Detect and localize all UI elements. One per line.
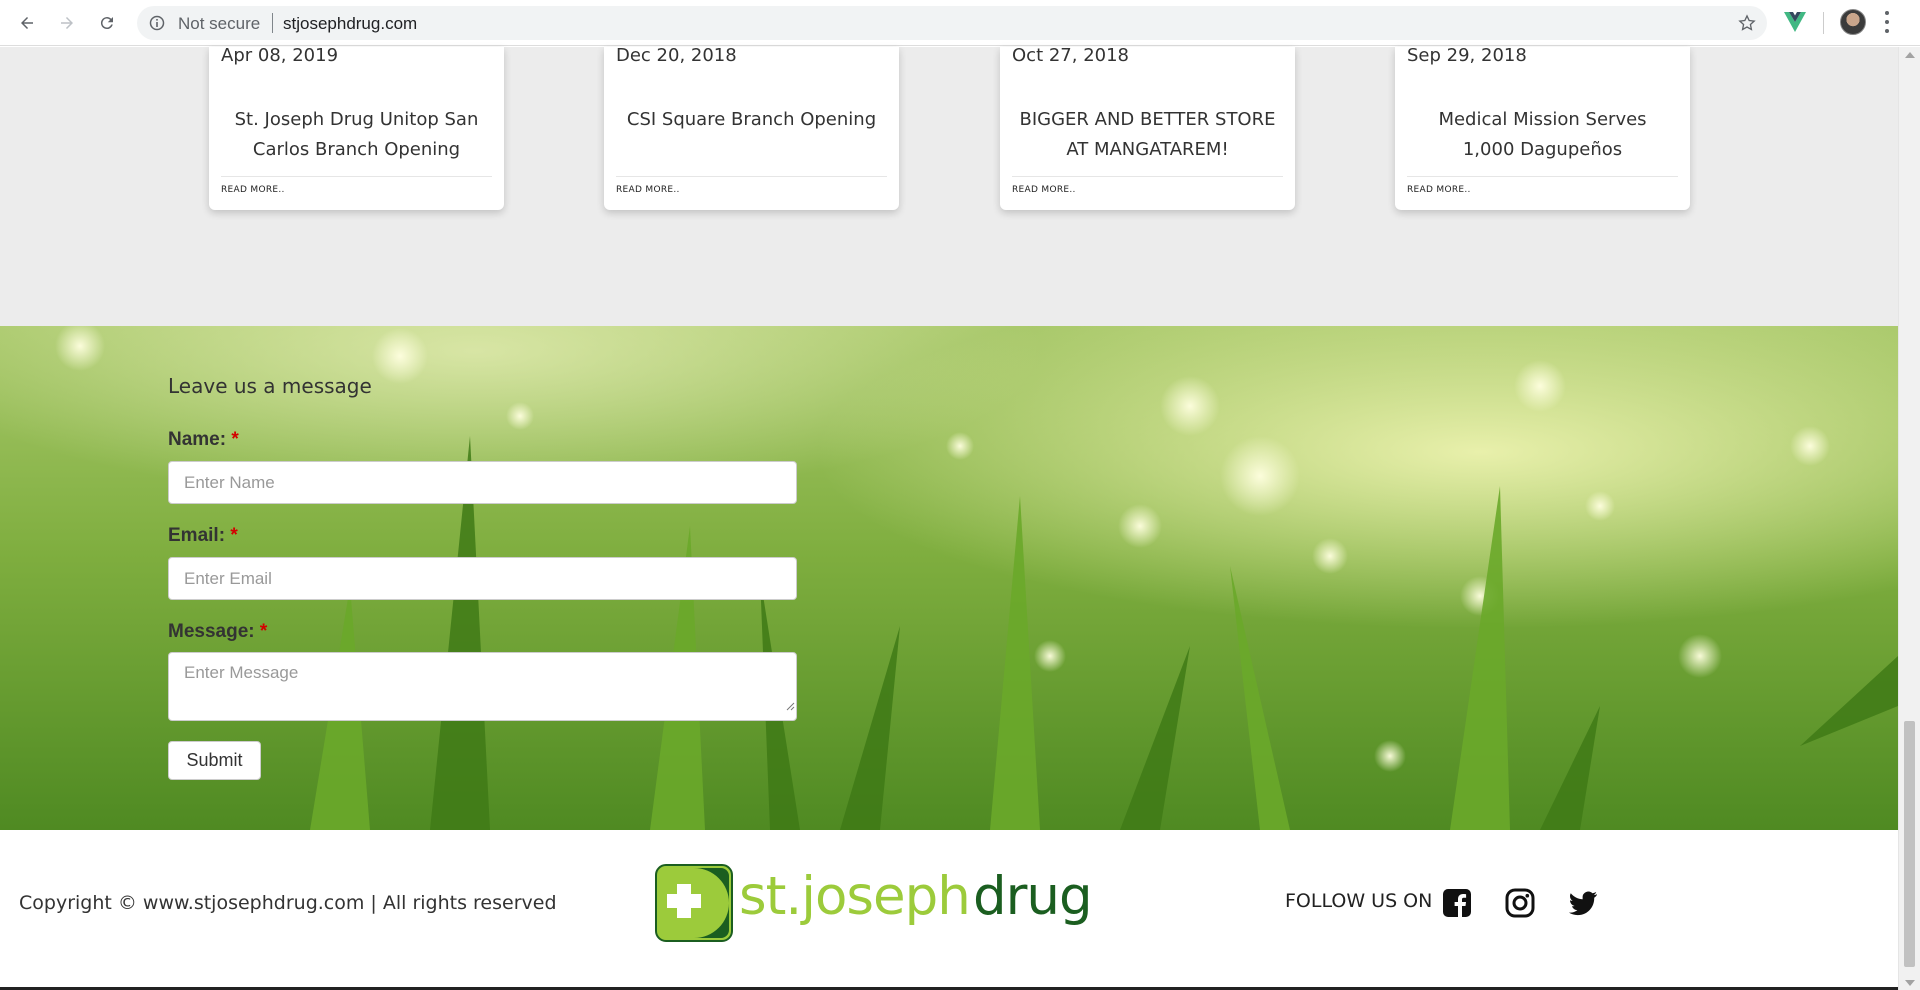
card-divider [616,176,887,177]
forward-arrow-icon [61,17,73,29]
email-field-label: Email: * [168,525,238,547]
news-section: Apr 08, 2019 St. Joseph Drug Unitop San … [0,45,1898,326]
submit-button[interactable]: Submit [168,741,261,780]
message-field-label: Message: * [168,621,267,643]
name-label-text: Name: [168,429,227,450]
copyright-text: Copyright © www.stjosephdrug.com | All r… [19,892,557,914]
browser-menu-icon[interactable] [1883,11,1891,33]
contact-heading: Leave us a message [168,374,372,398]
name-field-label: Name: * [168,429,239,451]
footer: Copyright © www.stjosephdrug.com | All r… [0,830,1898,990]
back-arrow-icon [21,17,33,29]
news-title[interactable]: St. Joseph Drug Unitop San Carlos Branch… [225,105,488,165]
news-date: Sep 29, 2018 [1407,45,1527,66]
toolbar-divider [1823,12,1824,34]
security-label: Not secure [178,14,261,33]
forward-button[interactable] [54,10,80,36]
read-more-link[interactable]: READ MORE.. [616,185,680,195]
facebook-link[interactable] [1440,886,1474,920]
card-divider [221,176,492,177]
read-more-link[interactable]: READ MORE.. [1012,185,1076,195]
required-asterisk: * [259,621,268,642]
news-date: Dec 20, 2018 [616,45,737,66]
required-asterisk: * [231,429,239,450]
pharmacy-cross-logo-icon [655,864,733,942]
instagram-link[interactable] [1503,886,1537,920]
scroll-down-arrow-icon[interactable] [1905,980,1915,986]
news-card[interactable]: Apr 08, 2019 St. Joseph Drug Unitop San … [209,45,504,210]
scrollbar-thumb[interactable] [1904,721,1915,967]
news-title[interactable]: CSI Square Branch Opening [620,105,883,135]
message-label-text: Message: [168,621,255,642]
news-title[interactable]: BIGGER AND BETTER STORE AT MANGATAREM! [1016,105,1279,165]
textarea-resize-grip-icon[interactable] [785,701,795,711]
email-input[interactable] [168,557,797,600]
news-card[interactable]: Oct 27, 2018 BIGGER AND BETTER STORE AT … [1000,45,1295,210]
news-card[interactable]: Sep 29, 2018 Medical Mission Serves 1,00… [1395,45,1690,210]
bookmark-star-icon[interactable] [1737,13,1757,33]
required-asterisk: * [230,525,238,546]
read-more-link[interactable]: READ MORE.. [1407,185,1471,195]
name-input[interactable] [168,461,797,504]
profile-avatar[interactable] [1840,9,1866,35]
scroll-up-arrow-icon[interactable] [1905,52,1915,58]
back-button[interactable] [14,10,40,36]
news-date: Apr 08, 2019 [221,45,339,66]
logo-text-light: st.joseph [739,866,971,927]
vue-devtools-icon[interactable] [1783,11,1807,33]
info-icon[interactable] [149,15,165,31]
news-card[interactable]: Dec 20, 2018 CSI Square Branch Opening R… [604,45,899,210]
news-date: Oct 27, 2018 [1012,45,1129,66]
browser-toolbar: Not secure stjosephdrug.com [0,0,1920,46]
twitter-link[interactable] [1566,886,1600,920]
news-title[interactable]: Medical Mission Serves 1,000 Dagupeños [1411,105,1674,165]
site-logo[interactable]: st.joseph drug [655,864,1093,946]
reload-icon [100,17,113,30]
instagram-icon [1505,888,1535,918]
vertical-scrollbar[interactable] [1898,47,1920,990]
logo-text-dark: drug [973,866,1093,927]
contact-section: Leave us a message Name: * Email: * Mess… [0,326,1898,830]
facebook-icon [1443,889,1471,917]
address-bar[interactable]: Not secure stjosephdrug.com [137,6,1767,40]
card-divider [1407,176,1678,177]
address-separator [272,13,273,33]
card-divider [1012,176,1283,177]
message-textarea[interactable] [168,652,797,721]
read-more-link[interactable]: READ MORE.. [221,185,285,195]
reload-button[interactable] [94,10,120,36]
twitter-icon [1568,891,1597,916]
email-label-text: Email: [168,525,226,546]
follow-us-label: FOLLOW US ON [1285,890,1433,912]
url-text[interactable]: stjosephdrug.com [283,14,417,34]
